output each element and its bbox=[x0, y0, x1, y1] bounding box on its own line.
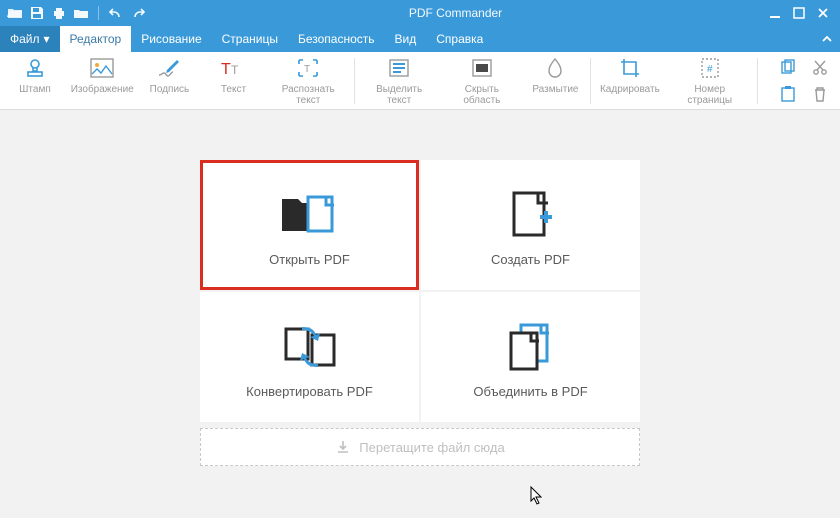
image-button[interactable]: Изображение bbox=[74, 56, 130, 95]
menu-file[interactable]: Файл ▾ bbox=[0, 26, 60, 52]
recognize-icon: T bbox=[297, 56, 319, 80]
workspace: Открыть PDF Создать PDF bbox=[0, 110, 840, 518]
stamp-icon bbox=[24, 56, 46, 80]
hide-label: Скрыть область bbox=[447, 84, 516, 106]
menu-pages[interactable]: Страницы bbox=[212, 26, 288, 52]
blur-button[interactable]: Размытие bbox=[530, 56, 580, 95]
highlight-button[interactable]: Выделить текст bbox=[365, 56, 433, 106]
open-folder-doc-icon bbox=[278, 184, 342, 244]
quick-access-toolbar bbox=[0, 4, 153, 22]
text-button[interactable]: TT Текст bbox=[208, 56, 258, 95]
create-pdf-card[interactable]: Создать PDF bbox=[421, 160, 640, 290]
open-pdf-label: Открыть PDF bbox=[269, 252, 350, 267]
clipboard-actions bbox=[778, 58, 830, 104]
stamp-label: Штамп bbox=[19, 84, 50, 95]
image-label: Изображение bbox=[71, 84, 134, 95]
merge-pdf-label: Объединить в PDF bbox=[473, 384, 587, 399]
open-pdf-card[interactable]: Открыть PDF bbox=[200, 160, 419, 290]
minimize-button[interactable] bbox=[768, 6, 782, 20]
pagenum-label: Номер страницы bbox=[672, 84, 747, 106]
recognize-label: Распознать текст bbox=[272, 84, 344, 106]
titlebar: PDF Commander bbox=[0, 0, 840, 26]
text-label: Текст bbox=[221, 84, 246, 95]
signature-icon bbox=[157, 56, 181, 80]
menu-help[interactable]: Справка bbox=[426, 26, 493, 52]
menu-pages-label: Страницы bbox=[222, 32, 278, 46]
start-panel: Открыть PDF Создать PDF bbox=[200, 160, 640, 466]
convert-pdf-card[interactable]: Конвертировать PDF bbox=[200, 292, 419, 422]
blur-icon bbox=[545, 56, 565, 80]
close-button[interactable] bbox=[816, 6, 830, 20]
toolbar-separator bbox=[590, 58, 591, 104]
svg-text:T: T bbox=[304, 64, 310, 75]
menu-view[interactable]: Вид bbox=[385, 26, 427, 52]
menu-file-label: Файл bbox=[10, 32, 40, 46]
stamp-button[interactable]: Штамп bbox=[10, 56, 60, 95]
svg-text:T: T bbox=[221, 61, 231, 78]
crop-label: Кадрировать bbox=[600, 84, 660, 95]
convert-pdf-label: Конвертировать PDF bbox=[246, 384, 373, 399]
dropzone-label: Перетащите файл сюда bbox=[359, 440, 504, 455]
highlight-label: Выделить текст bbox=[365, 84, 433, 106]
image-icon bbox=[90, 56, 114, 80]
dropzone[interactable]: Перетащите файл сюда bbox=[200, 428, 640, 466]
create-doc-icon bbox=[508, 184, 554, 244]
hide-button[interactable]: Скрыть область bbox=[447, 56, 516, 106]
blur-label: Размытие bbox=[532, 84, 578, 95]
svg-text:#: # bbox=[707, 64, 713, 75]
pagenum-button[interactable]: # Номер страницы bbox=[672, 56, 747, 106]
chevron-down-icon: ▾ bbox=[44, 32, 50, 46]
menu-drawing-label: Рисование bbox=[141, 32, 201, 46]
hide-icon bbox=[471, 56, 493, 80]
menu-security[interactable]: Безопасность bbox=[288, 26, 385, 52]
maximize-button[interactable] bbox=[792, 6, 806, 20]
menu-editor[interactable]: Редактор bbox=[60, 26, 132, 52]
toolbar: Штамп Изображение Подпись TT Текст T Рас… bbox=[0, 52, 840, 110]
collapse-ribbon-icon[interactable] bbox=[814, 26, 840, 52]
folder-icon[interactable] bbox=[72, 4, 90, 22]
create-pdf-label: Создать PDF bbox=[491, 252, 570, 267]
undo-icon[interactable] bbox=[107, 4, 125, 22]
recognize-button[interactable]: T Распознать текст bbox=[272, 56, 344, 106]
toolbar-separator bbox=[757, 58, 758, 104]
paste-icon[interactable] bbox=[778, 84, 798, 104]
separator bbox=[98, 6, 99, 20]
crop-icon bbox=[619, 56, 641, 80]
delete-icon[interactable] bbox=[810, 84, 830, 104]
toolbar-separator bbox=[354, 58, 355, 104]
pagenum-icon: # bbox=[700, 56, 720, 80]
menu-drawing[interactable]: Рисование bbox=[131, 26, 211, 52]
cut-icon[interactable] bbox=[810, 58, 830, 78]
open-folder-icon[interactable] bbox=[6, 4, 24, 22]
save-icon[interactable] bbox=[28, 4, 46, 22]
print-icon[interactable] bbox=[50, 4, 68, 22]
window-controls bbox=[758, 6, 840, 20]
text-icon: TT bbox=[221, 56, 245, 80]
convert-icon bbox=[280, 316, 340, 376]
download-icon bbox=[335, 439, 351, 455]
copy-icon[interactable] bbox=[778, 58, 798, 78]
highlight-icon bbox=[388, 56, 410, 80]
signature-button[interactable]: Подпись bbox=[144, 56, 194, 95]
svg-text:T: T bbox=[231, 63, 239, 77]
menu-view-label: Вид bbox=[395, 32, 417, 46]
menu-security-label: Безопасность bbox=[298, 32, 375, 46]
signature-label: Подпись bbox=[150, 84, 190, 95]
redo-icon[interactable] bbox=[129, 4, 147, 22]
menubar: Файл ▾ Редактор Рисование Страницы Безоп… bbox=[0, 26, 840, 52]
merge-icon bbox=[503, 316, 559, 376]
menu-editor-label: Редактор bbox=[70, 32, 122, 46]
merge-pdf-card[interactable]: Объединить в PDF bbox=[421, 292, 640, 422]
app-title: PDF Commander bbox=[153, 6, 758, 20]
crop-button[interactable]: Кадрировать bbox=[601, 56, 658, 95]
menu-help-label: Справка bbox=[436, 32, 483, 46]
